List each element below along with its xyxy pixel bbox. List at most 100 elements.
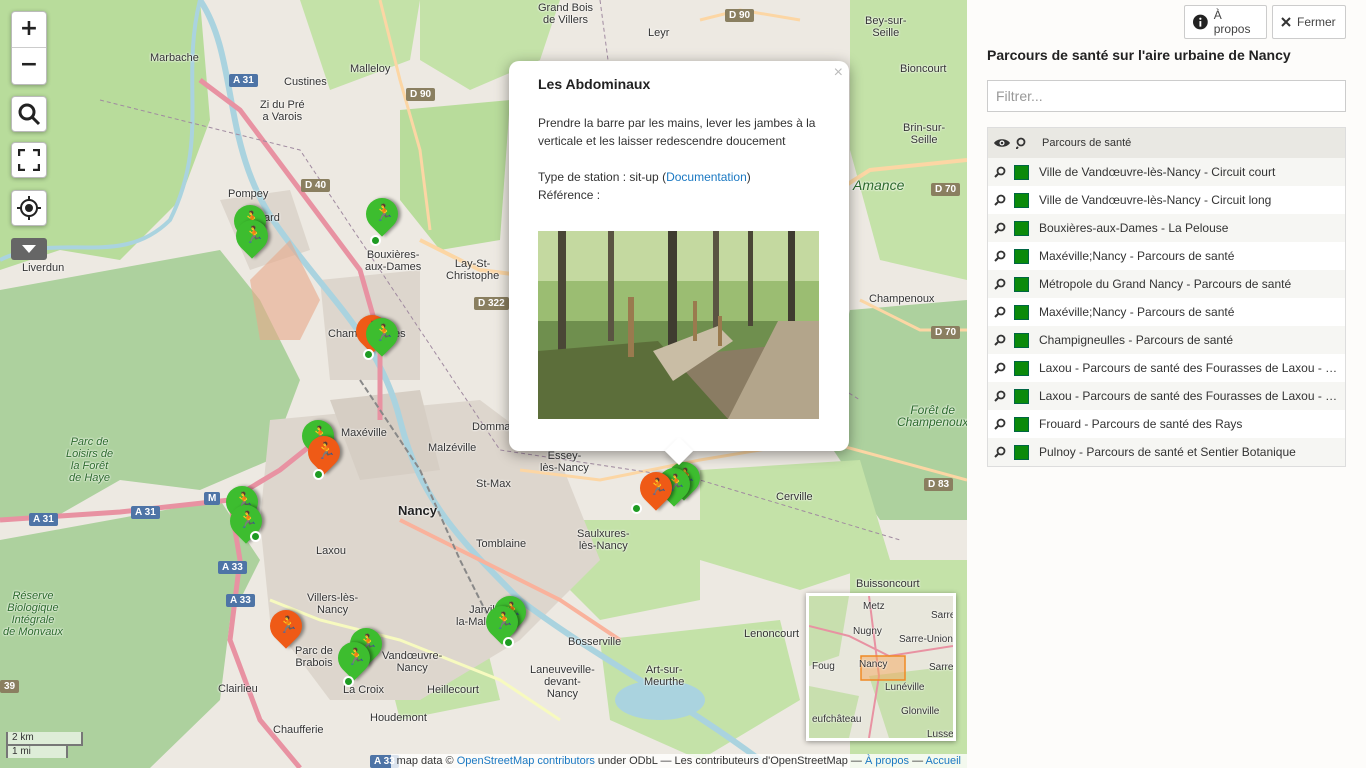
layer-color-swatch — [1014, 164, 1029, 180]
zoom-to-icon[interactable] — [994, 194, 1006, 206]
station-dot[interactable] — [370, 235, 381, 246]
layer-group-label: Parcours de santé — [1042, 137, 1132, 149]
place-lay: Lay-St- Christophe — [446, 258, 500, 282]
minimap-nugny: Nugny — [853, 626, 882, 637]
map[interactable]: Malleloy Custines Marbache Pompey ard Li… — [0, 0, 967, 768]
zoom-to-icon[interactable] — [994, 306, 1006, 318]
zoom-to-icon[interactable] — [994, 334, 1006, 346]
crosshair-icon — [17, 196, 41, 220]
zoom-to-icon[interactable] — [994, 390, 1006, 402]
layer-label: Maxéville;Nancy - Parcours de santé — [1039, 305, 1235, 319]
place-bouxieres: Bouxières- aux-Dames — [365, 249, 422, 273]
minimap-metz: Metz — [863, 601, 885, 612]
zoom-to-icon[interactable] — [994, 446, 1006, 458]
station-dot[interactable] — [363, 349, 374, 360]
zoom-to-icon[interactable] — [994, 250, 1006, 262]
minimap-sarre-union: Sarre-Union — [899, 634, 953, 645]
place-malzeville: Malzéville — [428, 442, 477, 454]
fullscreen-button[interactable] — [11, 142, 47, 178]
place-malleloy: Malleloy — [350, 63, 391, 75]
place-artsur: Art-sur- Meurthe — [644, 664, 685, 688]
documentation-link[interactable]: Documentation — [666, 170, 747, 184]
place-clairlieu: Clairlieu — [218, 683, 258, 695]
layer-color-swatch — [1014, 192, 1029, 208]
zoom-to-icon[interactable] — [994, 278, 1006, 290]
layer-color-swatch — [1014, 360, 1029, 376]
layer-item[interactable]: Maxéville;Nancy - Parcours de santé — [988, 242, 1345, 270]
apropos-link[interactable]: À propos — [865, 755, 909, 767]
layer-group-header: Parcours de santé — [988, 128, 1345, 158]
zoom-to-icon[interactable] — [994, 222, 1006, 234]
station-dot[interactable] — [313, 469, 324, 480]
layer-item[interactable]: Laxou - Parcours de santé des Fourasses … — [988, 382, 1345, 410]
place-vandoeuvre: Vandœuvre- Nancy — [382, 650, 443, 674]
layer-color-swatch — [1014, 416, 1029, 432]
more-controls-button[interactable] — [11, 238, 47, 260]
place-champigneulles: Cham — [328, 328, 358, 340]
marker-station-selected[interactable]: 🏃 — [633, 465, 679, 516]
station-dot[interactable] — [250, 531, 261, 542]
minimap-glonville: Glonville — [901, 706, 940, 717]
zoom-control: + − — [11, 11, 47, 85]
place-stmax: St-Max — [476, 478, 511, 490]
zoom-to-icon[interactable] — [994, 166, 1006, 178]
road-a31: A 31 — [131, 506, 160, 519]
panel-title: Parcours de santé sur l'aire urbaine de … — [987, 47, 1291, 63]
popup-close-button[interactable]: × — [834, 64, 843, 82]
layer-item[interactable]: Pulnoy - Parcours de santé et Sentier Bo… — [988, 438, 1345, 466]
close-label: Fermer — [1297, 15, 1336, 29]
minimap-luneville: Lunéville — [885, 682, 925, 693]
place-villers: Villers-lès- Nancy — [307, 592, 359, 616]
zoom-to-icon[interactable] — [1016, 137, 1028, 149]
close-icon — [1281, 17, 1291, 27]
layer-item[interactable]: Laxou - Parcours de santé des Fourasses … — [988, 354, 1345, 382]
layer-item[interactable]: Ville de Vandœuvre-lès-Nancy - Circuit l… — [988, 186, 1345, 214]
station-dot[interactable] — [343, 676, 354, 687]
info-icon — [1193, 14, 1208, 30]
osm-link[interactable]: OpenStreetMap contributors — [457, 755, 595, 767]
marker-station[interactable]: 🏃 — [359, 191, 405, 242]
search-button[interactable] — [11, 96, 47, 132]
layer-color-swatch — [1014, 332, 1029, 348]
minimap-nancy: Nancy — [859, 659, 888, 670]
marker-station[interactable]: 🏃 — [263, 603, 309, 654]
minimap-lusse: Lusse — [927, 729, 954, 740]
filter-input[interactable] — [987, 80, 1346, 112]
scale-mi: 1 mi — [6, 744, 68, 758]
minimap-sarre: Sarre — [929, 662, 954, 673]
popup-description: Prendre la barre par les mains, lever le… — [538, 116, 816, 148]
station-dot[interactable] — [503, 637, 514, 648]
layer-item[interactable]: Métropole du Grand Nancy - Parcours de s… — [988, 270, 1345, 298]
station-popup: × Les Abdominaux Prendre la barre par le… — [509, 61, 849, 451]
station-dot[interactable] — [631, 503, 642, 514]
layer-item[interactable]: Frouard - Parcours de santé des Rays — [988, 410, 1345, 438]
road-d70: D 70 — [931, 183, 961, 196]
apropos-button[interactable]: À propos — [1184, 5, 1267, 39]
road-n: 39 — [0, 680, 20, 693]
layer-item[interactable]: Maxéville;Nancy - Parcours de santé — [988, 298, 1345, 326]
zoom-to-icon[interactable] — [994, 418, 1006, 430]
eye-icon[interactable] — [994, 138, 1010, 148]
marker-station[interactable]: 🏃 — [229, 213, 275, 264]
place-leyr: Leyr — [648, 27, 670, 39]
zoom-in-button[interactable]: + — [12, 12, 46, 48]
layer-item[interactable]: Champigneulles - Parcours de santé — [988, 326, 1345, 354]
close-panel-button[interactable]: Fermer — [1272, 5, 1346, 39]
zoom-to-icon[interactable] — [994, 362, 1006, 374]
layer-list: Parcours de santé Ville de Vandœuvre-lès… — [987, 127, 1346, 467]
marker-station[interactable]: 🏃 — [223, 498, 269, 549]
layer-color-swatch — [1014, 220, 1029, 236]
minimap[interactable]: Metz Sarreg Nugny Sarre-Union Foug Nancy… — [806, 593, 956, 741]
locate-button[interactable] — [11, 190, 47, 226]
layer-label: Maxéville;Nancy - Parcours de santé — [1039, 249, 1235, 263]
layer-label: Pulnoy - Parcours de santé et Sentier Bo… — [1039, 445, 1296, 459]
layer-item[interactable]: Bouxières-aux-Dames - La Pelouse — [988, 214, 1345, 242]
place-nancy: Nancy — [398, 503, 438, 518]
road-a33: A 33 — [226, 594, 255, 607]
layer-label: Bouxières-aux-Dames - La Pelouse — [1039, 221, 1229, 235]
layer-item[interactable]: Ville de Vandœuvre-lès-Nancy - Circuit c… — [988, 158, 1345, 186]
accueil-link[interactable]: Accueil — [926, 755, 961, 767]
zoom-out-button[interactable]: − — [12, 48, 46, 84]
layer-color-swatch — [1014, 276, 1029, 292]
place-varois: Zi du Pré a Varois — [260, 99, 305, 123]
